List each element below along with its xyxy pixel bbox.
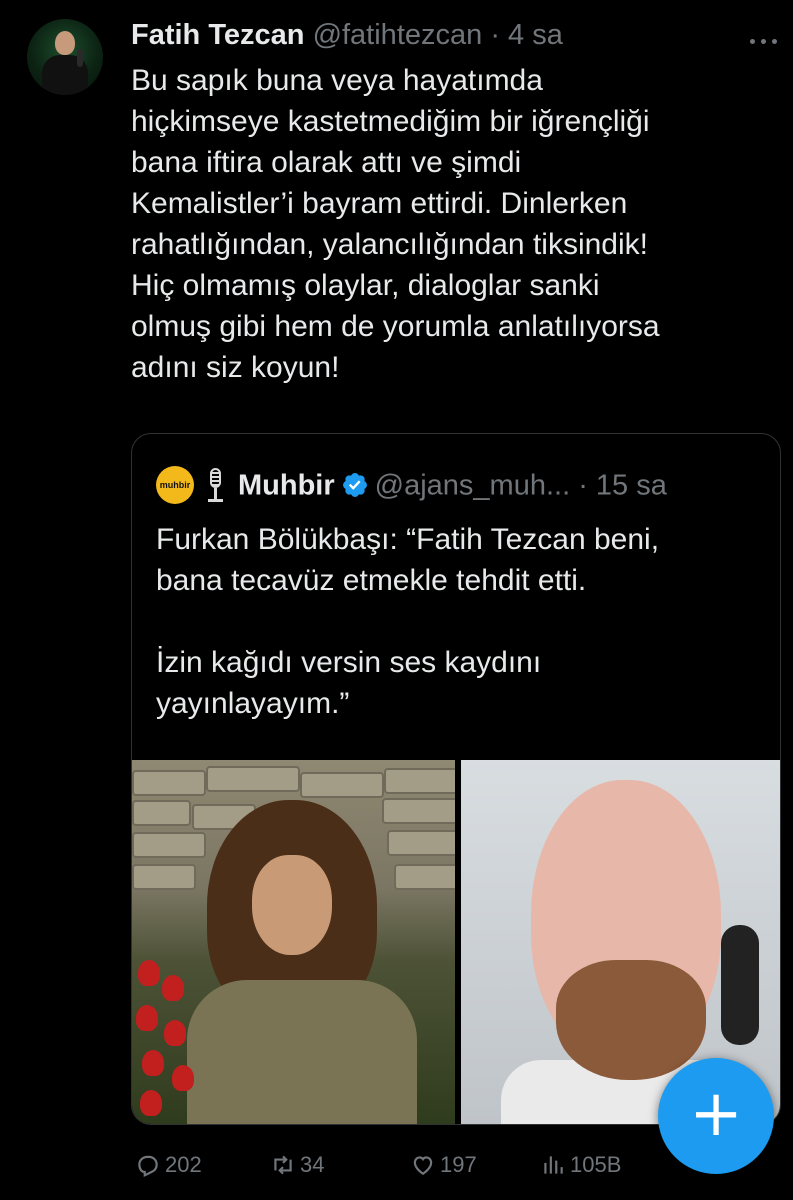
views-count: 105B xyxy=(570,1152,622,1177)
tweet-time[interactable]: 4 sa xyxy=(508,19,563,51)
reply-count: 202 xyxy=(165,1152,202,1177)
quoted-author-avatar[interactable]: muhbir xyxy=(156,466,194,505)
repost-button[interactable]: 34 xyxy=(270,1147,324,1183)
quoted-tweet-text: Furkan Bölükbaşı: “Fatih Tezcan beni, ba… xyxy=(156,523,660,720)
compose-button[interactable]: + xyxy=(658,1058,774,1174)
photo-2-beard xyxy=(556,960,706,1080)
avatar-microphone xyxy=(77,49,83,67)
tweet-header: Fatih Tezcan @fatihtezcan · 4 sa xyxy=(131,16,733,56)
quoted-tweet[interactable]: muhbir Muhbir @ajans_muh... · 15 sa Furka… xyxy=(131,433,781,1125)
quoted-tweet-time[interactable]: 15 sa xyxy=(596,469,667,501)
quoted-author-logo-text: muhbir xyxy=(159,480,191,491)
repost-count: 34 xyxy=(300,1152,325,1177)
like-button[interactable]: 197 xyxy=(410,1147,477,1183)
photo-1-face xyxy=(252,855,332,955)
quoted-author-name[interactable]: Muhbir xyxy=(238,469,335,501)
views-button[interactable]: 105B xyxy=(540,1147,621,1183)
microphone-icon xyxy=(202,466,228,504)
author-avatar[interactable] xyxy=(27,19,103,95)
avatar-figure-head xyxy=(55,31,75,55)
views-icon xyxy=(544,1156,563,1174)
more-icon[interactable] xyxy=(750,30,778,52)
tweet-text: Bu sapık buna veya hayatımda hiçkimseye … xyxy=(131,64,660,384)
plus-icon: + xyxy=(689,1077,743,1151)
heart-icon xyxy=(413,1156,433,1175)
like-count: 197 xyxy=(440,1152,477,1177)
quoted-media-photo-1[interactable] xyxy=(132,760,455,1124)
photo-2-phone xyxy=(721,925,759,1045)
quoted-author-handle[interactable]: @ajans_muh... xyxy=(375,469,570,501)
photo-1-jacket xyxy=(187,980,417,1124)
verified-badge-icon xyxy=(342,473,367,498)
reply-icon xyxy=(138,1155,158,1178)
reply-button[interactable]: 202 xyxy=(135,1147,202,1183)
author-handle[interactable]: @fatihtezcan xyxy=(313,19,483,51)
quoted-tweet-header: muhbir Muhbir @ajans_muh... · 15 sa xyxy=(156,464,760,505)
repost-icon xyxy=(274,1155,292,1175)
author-name[interactable]: Fatih Tezcan xyxy=(131,19,305,51)
header-separator: · xyxy=(482,19,509,51)
more-dot xyxy=(750,39,755,44)
more-dot xyxy=(761,39,766,44)
quoted-header-separator: · xyxy=(570,469,596,502)
more-dot xyxy=(772,39,777,44)
